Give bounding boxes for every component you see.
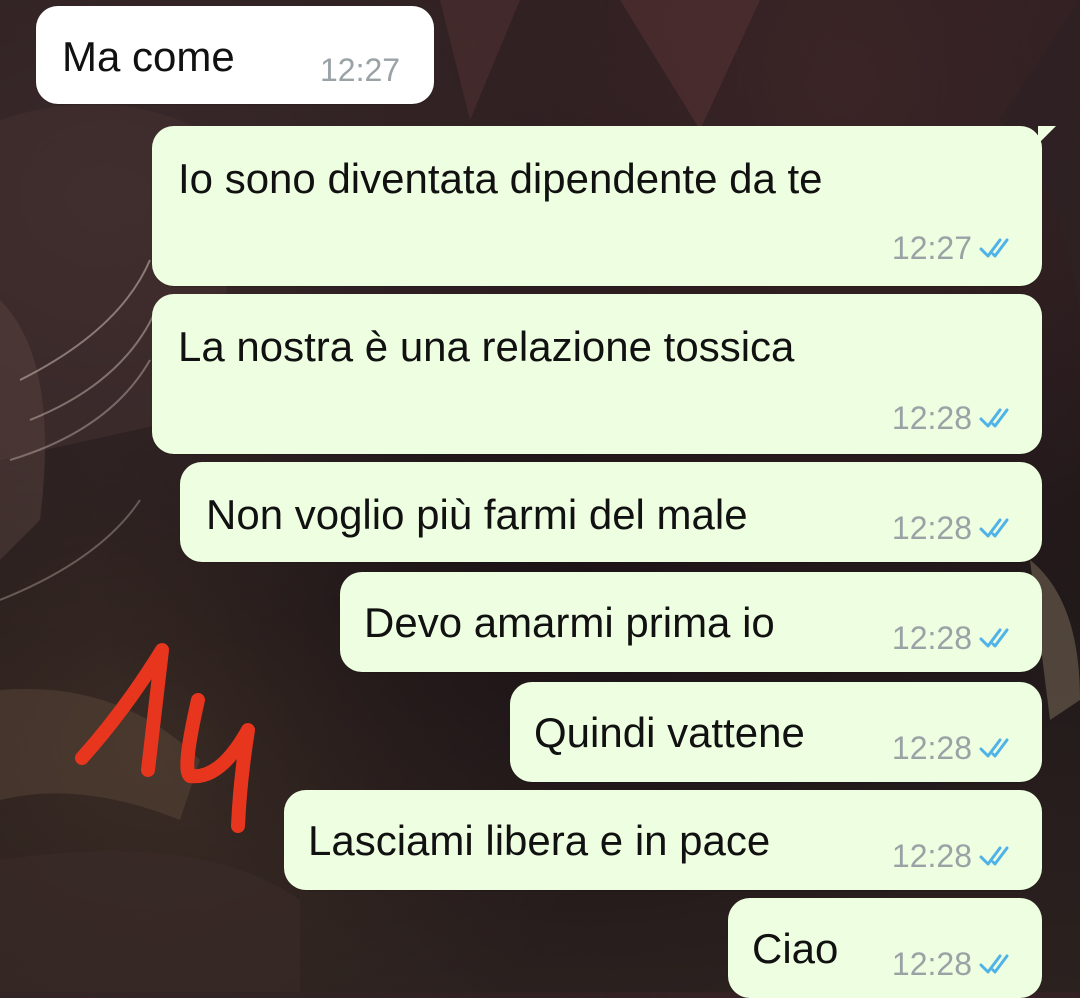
message-meta: 12:28 [892,622,1018,654]
double-check-read-icon [979,738,1009,758]
message-bubble-outgoing[interactable]: Quindi vattene 12:28 [510,682,1042,782]
double-check-read-icon [979,954,1009,974]
message-text: Ciao [752,925,839,972]
message-bubble-outgoing[interactable]: Non voglio più farmi del male 12:28 [180,462,1042,562]
message-time: 12:27 [320,52,401,88]
message-meta: 12:28 [892,732,1018,764]
message-meta: 12:28 [892,512,1018,544]
double-check-read-icon [979,238,1009,258]
double-check-read-icon [979,846,1009,866]
message-time: 12:28 [891,838,972,874]
message-meta: 12:28 [892,840,1018,872]
message-meta: 12:28 [892,948,1018,980]
message-time: 12:28 [891,620,972,656]
message-text: Ma come [62,33,235,80]
message-text: Lasciami libera e in pace [308,817,771,864]
message-text: Devo amarmi prima io [364,599,775,646]
message-bubble-outgoing[interactable]: La nostra è una relazione tossica 12:28 [152,294,1042,454]
message-bubble-outgoing[interactable]: Devo amarmi prima io 12:28 [340,572,1042,672]
double-check-read-icon [979,408,1009,428]
message-bubble-outgoing[interactable]: Lasciami libera e in pace 12:28 [284,790,1042,890]
message-bubble-incoming[interactable]: Ma come 12:27 [36,6,434,104]
message-text: La nostra è una relazione tossica [178,323,795,370]
message-text: Io sono diventata dipendente da te [178,155,823,202]
message-time: 12:28 [891,400,972,436]
message-text: Quindi vattene [534,709,805,756]
double-check-read-icon [979,518,1009,538]
message-time: 12:28 [891,946,972,982]
message-text: Non voglio più farmi del male [206,491,748,538]
message-meta: 12:27 [892,232,1018,264]
message-bubble-outgoing[interactable]: Ciao 12:28 [728,898,1042,998]
message-time: 12:28 [891,730,972,766]
message-meta: 12:27 [320,54,400,86]
message-time: 12:27 [891,230,972,266]
message-meta: 12:28 [892,402,1018,434]
message-bubble-outgoing[interactable]: Io sono diventata dipendente da te 12:27 [152,126,1056,286]
message-time: 12:28 [891,510,972,546]
handwritten-14-mark [75,643,255,833]
bubble-tail [1038,126,1056,144]
double-check-read-icon [979,628,1009,648]
